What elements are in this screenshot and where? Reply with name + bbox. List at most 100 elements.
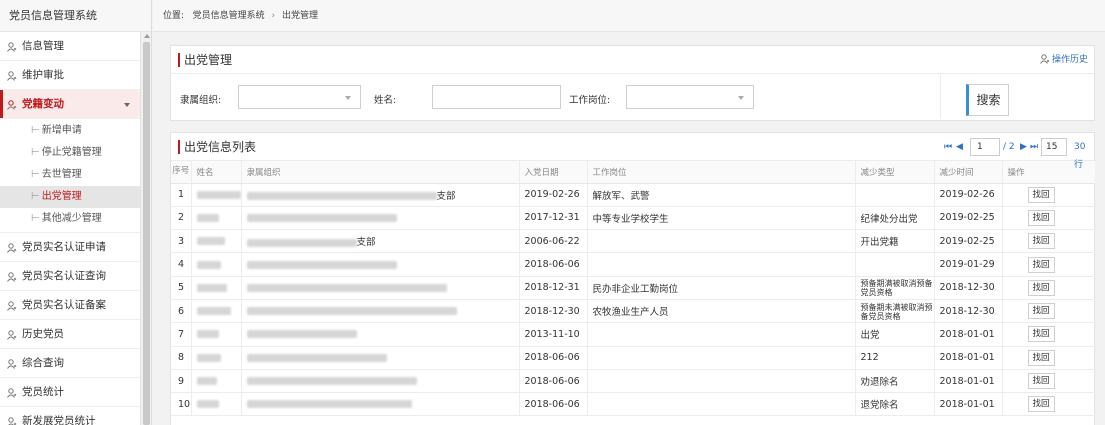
cell-name xyxy=(191,322,242,347)
sidebar-item[interactable]: 党员实名认证申请 xyxy=(0,233,140,262)
recover-button[interactable]: 找回 xyxy=(1027,209,1055,226)
redacted-org xyxy=(246,377,417,386)
cell-org xyxy=(241,299,520,324)
name-input[interactable] xyxy=(432,85,561,109)
sidebar-item[interactable]: 党员实名认证查询 xyxy=(0,262,140,291)
sidebar-item[interactable]: 党员实名认证备案 xyxy=(0,291,140,320)
dash-icon: ⊢ xyxy=(31,191,40,202)
recover-button[interactable]: 找回 xyxy=(1027,326,1055,343)
cell-date: 2018-01-01 xyxy=(934,392,1003,417)
page-size-input[interactable]: 15 xyxy=(1041,138,1067,156)
table-row[interactable]: 6 2018-12-30 农牧渔业生产人员 预备期未满被取消预备党员资格 2018-12… xyxy=(171,299,1095,324)
sidebar-scrollbar[interactable] xyxy=(140,32,151,425)
table-row[interactable]: 1 支部 2019-02-26 解放军、武警 2019-02-26 找回 xyxy=(171,183,1095,207)
sidebar-item[interactable]: 综合查询 xyxy=(0,349,140,378)
cell-org-suffix: 支部 xyxy=(436,190,456,202)
sidebar-item[interactable]: 党籍变动 xyxy=(0,90,140,119)
table-row[interactable]: 8 2018-06-06 212 2018-01-01 找回 xyxy=(171,346,1095,370)
sidebar-submenu: ⊢ 新增申请 ⊢ 停止党籍管理 ⊢ 去世管理 ⊢ 出党管理 ⊢ 其他减少管理 xyxy=(0,119,140,233)
redacted-name xyxy=(196,307,231,316)
table-row[interactable]: 3 支部 2006-06-22 开出党籍 2019-02-25 找回 xyxy=(171,229,1095,254)
sidebar-item-label: 历史党员 xyxy=(22,328,64,340)
recover-button[interactable]: 找回 xyxy=(1027,396,1055,413)
scrollbar-thumb[interactable] xyxy=(143,42,150,425)
sidebar-item-label: 党员实名认证申请 xyxy=(22,241,106,253)
cell-no: 5 xyxy=(171,276,192,300)
dash-icon: ⊢ xyxy=(31,169,40,180)
redacted-name xyxy=(196,260,221,269)
table-row[interactable]: 5 2018-12-31 民办非企业工勤岗位 预备期满被取消预备党员资格 2018-12… xyxy=(171,276,1095,300)
cell-action: 找回 xyxy=(1002,322,1095,347)
cell-no: 8 xyxy=(171,346,192,370)
recover-button[interactable]: 找回 xyxy=(1027,303,1055,320)
cell-org xyxy=(241,252,520,277)
user-icon xyxy=(7,272,17,282)
page-number-input[interactable]: 1 xyxy=(970,138,1000,156)
sidebar-item[interactable]: 党员统计 xyxy=(0,378,140,407)
user-icon xyxy=(7,100,17,110)
cell-join-date: 2018-06-06 xyxy=(519,392,588,417)
cell-post xyxy=(587,252,856,277)
dash-icon: ⊢ xyxy=(31,125,40,136)
sidebar-item[interactable]: 新发展党员统计 xyxy=(0,407,140,425)
scroll-up-icon[interactable] xyxy=(144,34,150,38)
recover-button[interactable]: 找回 xyxy=(1027,373,1055,390)
table-row[interactable]: 9 2018-06-06 劝退除名 2018-01-01 找回 xyxy=(171,369,1095,394)
sidebar-subitem[interactable]: ⊢ 出党管理 xyxy=(0,186,140,208)
user-icon xyxy=(7,42,17,52)
column-header: 隶属组织 xyxy=(241,161,520,184)
org-select[interactable] xyxy=(238,85,361,109)
sidebar-subitem[interactable]: ⊢ 去世管理 xyxy=(0,164,140,186)
table-row[interactable]: 10 2018-06-06 退党除名 2018-01-01 找回 xyxy=(171,392,1095,417)
history-link-label: 操作历史 xyxy=(1051,55,1088,65)
redacted-name xyxy=(196,237,225,246)
recover-button[interactable]: 找回 xyxy=(1027,279,1055,296)
sidebar-subitem[interactable]: ⊢ 停止党籍管理 xyxy=(0,142,140,164)
table-row[interactable]: 4 2018-06-06 2019-01-29 找回 xyxy=(171,252,1095,277)
table-row[interactable]: 7 2013-11-10 出党 2018-01-01 找回 xyxy=(171,322,1095,347)
first-page-icon[interactable]: ⏮ xyxy=(944,138,952,156)
breadcrumb-root[interactable]: 党员信息管理系统 xyxy=(193,11,265,21)
cell-join-date: 2018-06-06 xyxy=(519,346,588,370)
redacted-name xyxy=(196,283,227,292)
org-label: 隶属组织: xyxy=(180,95,222,106)
cell-join-date: 2006-06-22 xyxy=(519,229,588,254)
cell-name xyxy=(191,183,242,207)
history-link[interactable]: 操作历史 xyxy=(1040,46,1088,74)
sidebar-subitem[interactable]: ⊢ 其他减少管理 xyxy=(0,208,140,230)
cell-post xyxy=(587,392,856,417)
column-header: 姓名 xyxy=(191,161,242,184)
post-select[interactable] xyxy=(626,85,754,109)
app-title: 党员信息管理系统 xyxy=(0,0,151,32)
user-icon xyxy=(7,301,17,311)
recover-button[interactable]: 找回 xyxy=(1027,256,1055,273)
search-button[interactable]: 搜索 xyxy=(966,84,1009,116)
sidebar-item[interactable]: 信息管理 xyxy=(0,32,140,61)
sidebar-item[interactable]: 历史党员 xyxy=(0,320,140,349)
cell-no: 7 xyxy=(171,322,192,347)
user-icon xyxy=(7,359,17,369)
redacted-org xyxy=(246,400,412,409)
cell-date: 2019-02-26 xyxy=(934,183,1003,207)
cell-org: 支部 xyxy=(241,229,520,254)
next-page-icon[interactable]: ▶ xyxy=(1020,138,1027,156)
recover-button[interactable]: 找回 xyxy=(1027,349,1055,366)
cell-type: 劝退除名 xyxy=(855,369,935,394)
sidebar-item-label: 综合查询 xyxy=(22,357,64,369)
cell-action: 找回 xyxy=(1002,276,1095,300)
cell-post xyxy=(587,322,856,347)
recover-button[interactable]: 找回 xyxy=(1027,233,1055,250)
cell-post: 解放军、武警 xyxy=(587,183,856,207)
cell-name xyxy=(191,229,242,254)
prev-page-icon[interactable]: ◀ xyxy=(956,138,963,156)
cell-name xyxy=(191,392,242,417)
cell-name xyxy=(191,206,242,231)
recover-button[interactable]: 找回 xyxy=(1027,186,1055,203)
last-page-icon[interactable]: ⏭ xyxy=(1030,138,1038,156)
table-row[interactable]: 2 2017-12-31 中等专业学校学生 纪律处分出党 2019-02-25 找回 xyxy=(171,206,1095,231)
cell-org xyxy=(241,346,520,370)
redacted-org xyxy=(246,353,387,362)
user-icon xyxy=(7,71,17,81)
sidebar-item[interactable]: 维护审批 xyxy=(0,61,140,90)
sidebar-subitem[interactable]: ⊢ 新增申请 xyxy=(0,120,140,142)
